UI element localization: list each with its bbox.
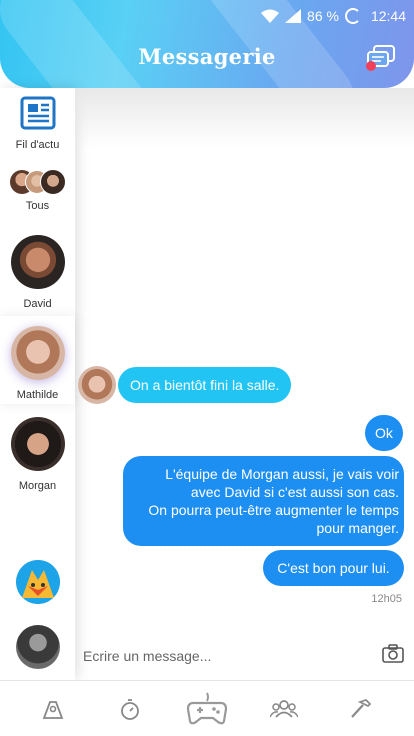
message-line: On pourra peut-être augmenter le temps <box>148 502 399 518</box>
sidebar-item-feed[interactable]: Fil d'actu <box>0 96 75 151</box>
avatar <box>39 169 66 195</box>
avatar <box>78 366 116 404</box>
header-shadow <box>75 88 414 148</box>
avatar <box>10 235 65 289</box>
sidebar-item-david[interactable]: David <box>0 235 75 310</box>
nav-tools[interactable] <box>341 689 381 729</box>
page-title: Messagerie <box>138 44 276 69</box>
newspaper-icon <box>20 96 55 130</box>
nav-map[interactable] <box>33 689 73 729</box>
avatar <box>15 625 60 669</box>
sidebar-item-label: Mathilde <box>16 389 59 401</box>
group-icon <box>270 699 299 718</box>
battery-percent: 86 % <box>307 8 339 24</box>
status-bar: 86 % 12:44 <box>261 6 406 26</box>
bottom-navigation <box>0 680 414 736</box>
message-line: pour manger. <box>316 520 400 536</box>
group-avatars <box>9 168 66 196</box>
sidebar-item-label: Fil d'actu <box>15 139 60 151</box>
message-line: L'équipe de Morgan aussi, je vais voir <box>165 466 399 482</box>
map-pin-icon <box>42 700 63 719</box>
new-conversation-icon[interactable] <box>366 44 396 72</box>
gamepad-icon <box>186 692 227 724</box>
nav-timer[interactable] <box>110 689 150 729</box>
message-bubble-outgoing[interactable]: L'équipe de Morgan aussi, je vais voir a… <box>123 456 404 546</box>
sidebar-item-all[interactable]: Tous <box>0 168 75 212</box>
sidebar-item-label: Tous <box>25 200 50 212</box>
message-bubble-outgoing[interactable]: C'est bon pour lui. <box>263 550 404 586</box>
clock: 12:44 <box>370 8 406 24</box>
sidebar-item-label: Morgan <box>18 480 57 492</box>
hammer-icon <box>351 698 372 718</box>
sidebar-item-contact[interactable] <box>0 625 75 674</box>
signal-icon <box>285 9 302 23</box>
message-bubble-outgoing[interactable]: Ok <box>365 415 403 451</box>
app-header: 86 % 12:44 Messagerie <box>0 0 414 88</box>
message-timestamp: 12h05 <box>371 593 402 605</box>
message-line: avec David si c'est aussi son cas. <box>190 484 399 500</box>
sidebar-item-label: David <box>23 298 52 310</box>
sidebar-item-team[interactable] <box>0 560 75 609</box>
avatar <box>10 326 65 380</box>
stopwatch-icon <box>120 698 139 720</box>
message-input[interactable] <box>83 642 363 670</box>
nav-games[interactable] <box>186 689 227 729</box>
battery-ring-icon <box>344 8 361 24</box>
sidebar-item-morgan[interactable]: Morgan <box>0 417 75 492</box>
message-bubble-incoming[interactable]: On a bientôt fini la salle. <box>118 367 292 403</box>
sidebar-item-mathilde[interactable]: Mathilde <box>0 316 75 404</box>
fox-logo-icon <box>15 560 60 604</box>
avatar <box>10 417 65 471</box>
camera-icon[interactable] <box>382 644 404 664</box>
conversation-sidebar: Fil d'actu Tous David Mathilde Morgan <box>0 88 75 680</box>
nav-team[interactable] <box>264 689 304 729</box>
wifi-icon <box>261 9 280 23</box>
message-composer <box>75 636 414 676</box>
